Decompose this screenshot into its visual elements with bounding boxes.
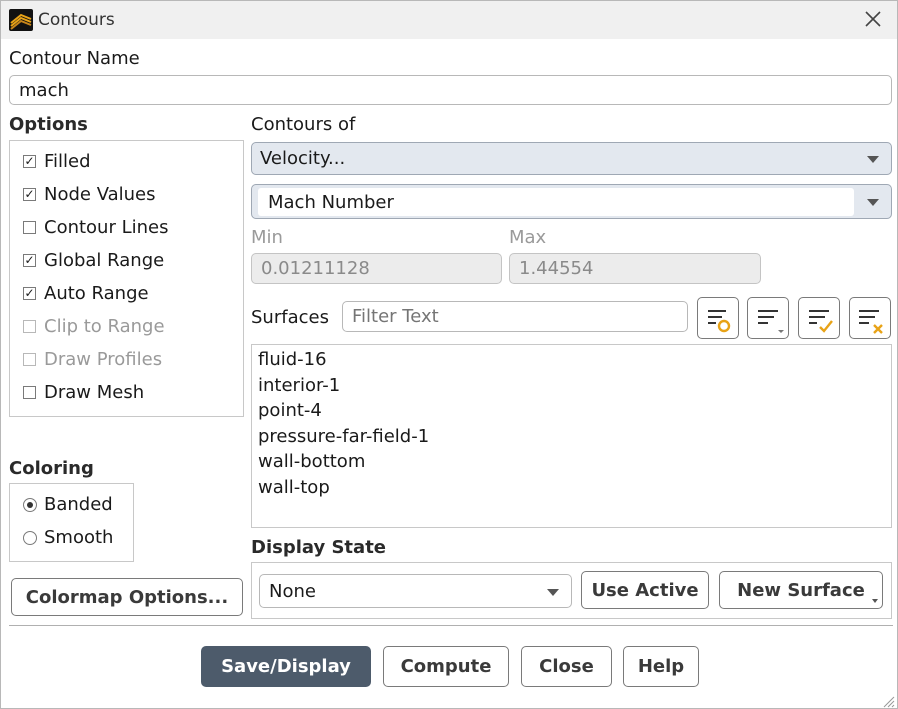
quantity-value: Mach Number [268,191,394,213]
radio-selected-icon [23,497,37,512]
filled-checkbox[interactable]: ✓ Filled [23,151,91,172]
node-values-checkbox[interactable]: ✓ Node Values [23,184,156,205]
surfaces-list[interactable]: fluid-16 interior-1 point-4 pressure-far… [251,344,892,528]
checkbox-icon [23,221,36,234]
contour-name-label: Contour Name [9,48,140,69]
max-label: Max [509,227,547,248]
list-item[interactable]: wall-top [258,475,885,501]
colormap-options-button[interactable]: Colormap Options... [11,578,243,616]
contour-name-input[interactable]: mach [9,75,892,105]
save-display-button[interactable]: Save/Display [201,646,371,687]
display-state-label: Display State [251,537,386,558]
select-new-surface-icon[interactable] [697,297,739,339]
radio-icon [23,530,37,545]
contour-lines-checkbox[interactable]: Contour Lines [23,217,168,238]
select-all-icon[interactable] [747,297,789,339]
close-icon[interactable] [861,7,885,31]
checkbox-icon: ✓ [23,187,36,201]
chevron-down-icon [867,155,879,163]
contours-of-quantity-dropdown[interactable]: Mach Number [251,184,892,219]
help-button[interactable]: Help [623,646,699,687]
clip-to-range-checkbox: Clip to Range [23,316,165,337]
title-bar: Contours [1,1,897,39]
checkbox-icon [23,320,36,333]
draw-profiles-checkbox: Draw Profiles [23,349,162,370]
resize-grip-icon[interactable] [881,692,895,708]
banded-radio[interactable]: Banded [23,494,113,515]
checkbox-icon: ✓ [23,286,36,300]
category-value: Velocity... [260,148,346,169]
list-item[interactable]: interior-1 [258,373,885,399]
max-field: 1.44554 [509,253,761,284]
close-button[interactable]: Close [521,646,612,687]
window-title: Contours [38,10,115,30]
display-state-dropdown[interactable]: None [259,574,572,608]
footer-divider [9,625,893,626]
list-item[interactable]: fluid-16 [258,347,885,373]
list-item[interactable]: pressure-far-field-1 [258,424,885,450]
coloring-label: Coloring [9,458,94,479]
new-surface-button[interactable]: New Surface [719,571,883,609]
dropdown-indicator-icon [872,599,878,603]
options-label: Options [9,114,88,135]
auto-range-checkbox[interactable]: ✓ Auto Range [23,283,149,304]
ansys-fluent-icon [9,9,33,31]
list-item[interactable]: wall-bottom [258,449,885,475]
coloring-group: Banded Smooth [9,483,134,562]
checkbox-icon [23,386,36,399]
smooth-radio[interactable]: Smooth [23,527,113,548]
deselect-all-icon[interactable] [849,297,891,339]
contour-name-value: mach [19,79,69,101]
draw-mesh-checkbox[interactable]: Draw Mesh [23,382,144,403]
list-item[interactable]: point-4 [258,398,885,424]
min-field: 0.01211128 [251,253,502,284]
contours-of-label: Contours of [251,114,356,135]
checkbox-icon [23,353,36,366]
global-range-checkbox[interactable]: ✓ Global Range [23,250,164,271]
surfaces-label: Surfaces [251,307,329,328]
contours-of-category-dropdown[interactable]: Velocity... [251,142,892,175]
min-label: Min [251,227,283,248]
checkbox-icon: ✓ [23,253,36,267]
compute-button[interactable]: Compute [383,646,509,687]
chevron-down-icon [547,589,559,596]
contours-dialog: Contours Contour Name mach Options ✓ Fil… [0,0,898,709]
surfaces-filter-input[interactable] [342,301,688,332]
chevron-down-icon [867,198,879,206]
use-active-button[interactable]: Use Active [581,571,709,609]
options-group: ✓ Filled ✓ Node Values Contour Lines ✓ G… [9,140,244,417]
checkbox-icon: ✓ [23,154,36,168]
display-state-value: None [269,580,316,602]
quantity-field: Mach Number [258,188,854,216]
select-highlighted-icon[interactable] [798,297,840,339]
